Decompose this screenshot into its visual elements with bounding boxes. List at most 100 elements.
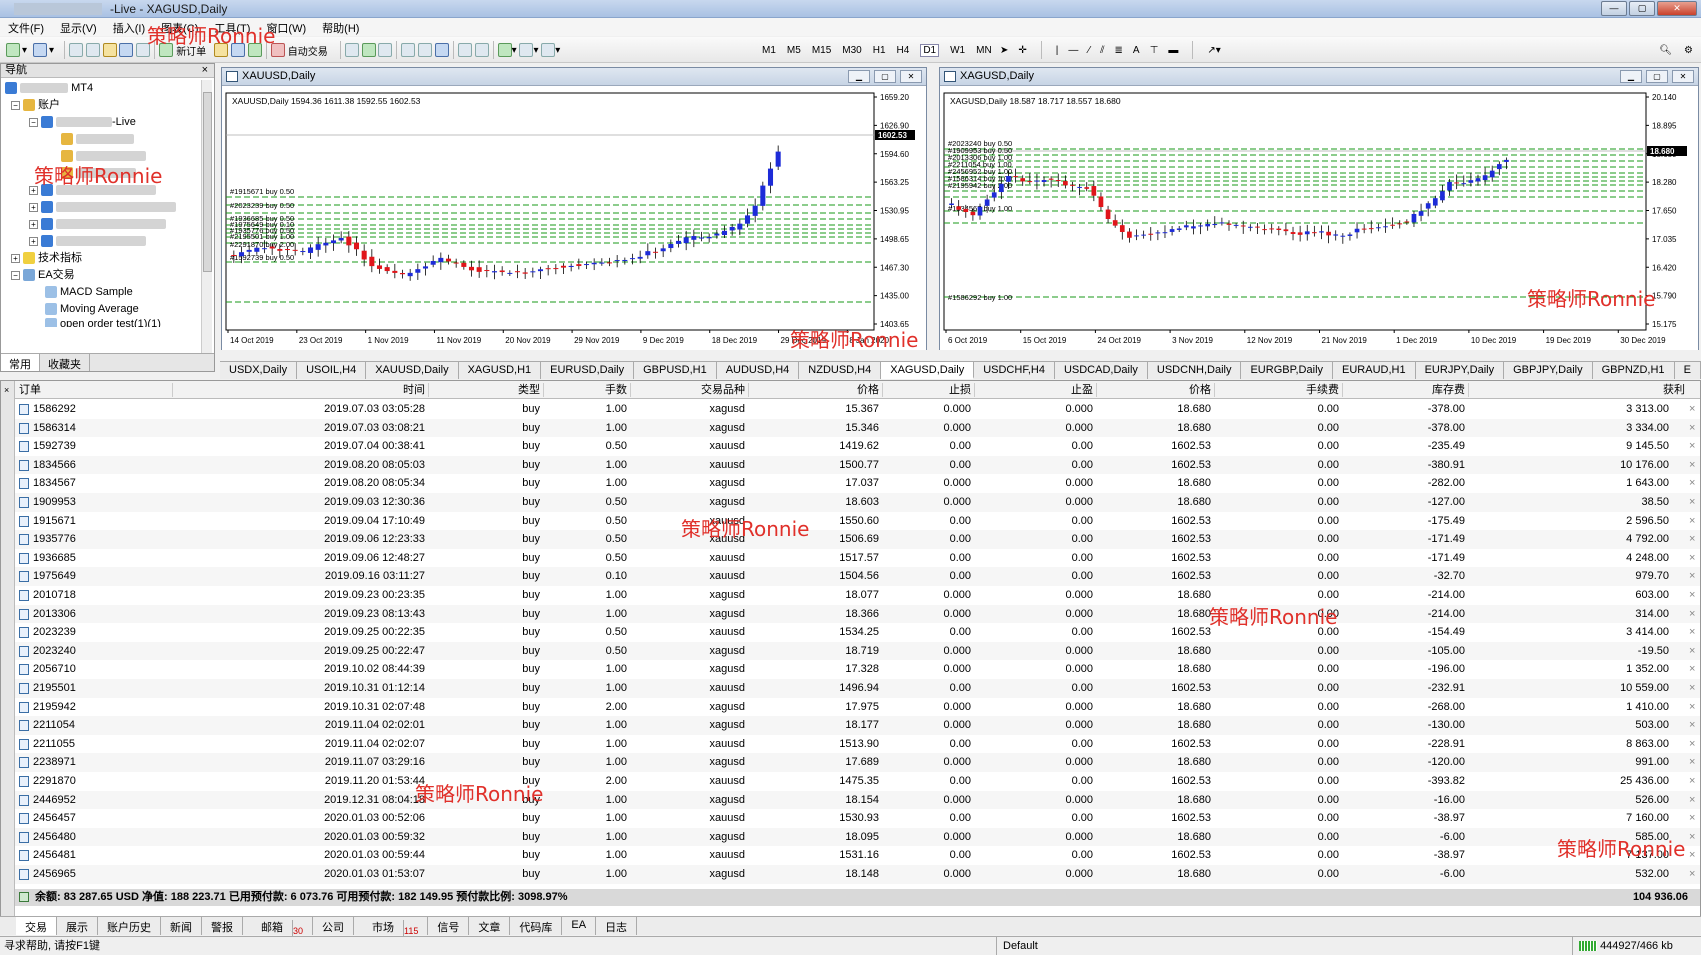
templates-icon[interactable] xyxy=(541,43,556,57)
tree-node-mt4[interactable]: MT4 xyxy=(5,80,201,97)
tf-m30[interactable]: M30 xyxy=(842,45,861,56)
text-icon[interactable]: A xyxy=(1133,45,1140,56)
market-watch-icon[interactable] xyxy=(69,43,84,57)
tree-node-ea[interactable]: − EA交易 xyxy=(5,267,201,284)
tab-news[interactable]: 新闻 xyxy=(161,917,202,935)
column-header[interactable]: 止盈 xyxy=(965,381,1093,399)
collapse-icon[interactable]: − xyxy=(11,270,20,280)
profiles-icon[interactable] xyxy=(33,43,48,57)
close-order-icon[interactable]: × xyxy=(1689,419,1695,437)
collapse-icon[interactable]: − xyxy=(11,100,20,110)
search-icon[interactable]: 🔍︎ xyxy=(1659,45,1672,56)
tab-exposure[interactable]: 展示 xyxy=(57,917,98,935)
menu-tools[interactable]: 工具(T) xyxy=(206,18,258,36)
table-row[interactable]: 2195501 2019.10.31 01:12:14 buy 1.00 xauusd 1… xyxy=(15,679,1700,698)
tf-d1[interactable]: D1 xyxy=(920,43,940,57)
tf-w1[interactable]: W1 xyxy=(950,45,965,56)
chart-tab[interactable]: USDX,Daily xyxy=(220,362,298,379)
close-order-icon[interactable]: × xyxy=(1689,549,1695,567)
settings-icon[interactable]: ⚙ xyxy=(1684,45,1693,56)
chart-tab[interactable]: EURUSD,Daily xyxy=(541,362,635,379)
expand-icon[interactable]: + xyxy=(11,253,20,263)
close-order-icon[interactable]: × xyxy=(1689,642,1695,660)
close-order-icon[interactable]: × xyxy=(1689,586,1695,604)
table-row[interactable]: 1834566 2019.08.20 08:05:03 buy 1.00 xauusd 1… xyxy=(15,455,1700,475)
tf-mn[interactable]: MN xyxy=(976,45,992,56)
table-row[interactable]: 2056710 2019.10.02 08:44:39 buy 1.00 xagusd 1… xyxy=(15,660,1700,679)
close-order-icon[interactable]: × xyxy=(1689,791,1695,809)
table-row[interactable]: 2010718 2019.09.23 00:23:35 buy 1.00 xagusd 1… xyxy=(15,586,1700,605)
column-header[interactable]: 类型 xyxy=(465,381,540,399)
horizontal-line-icon[interactable]: — xyxy=(1068,45,1078,56)
table-row[interactable]: 2456457 2020.01.03 00:52:06 buy 1.00 xauusd 1… xyxy=(15,809,1700,828)
column-header[interactable]: 手数 xyxy=(575,381,627,399)
tree-node-accounts[interactable]: − 账户 xyxy=(5,97,201,114)
close-order-icon[interactable]: × xyxy=(1689,679,1695,697)
chart-tab[interactable]: USDCAD,Daily xyxy=(1055,362,1148,379)
tab-code-base[interactable]: 代码库 xyxy=(510,917,563,935)
tab-favorites[interactable]: 收藏夹 xyxy=(40,354,90,371)
tree-node-server[interactable]: + xyxy=(5,182,201,199)
chart-tab[interactable]: E xyxy=(1675,362,1701,379)
chart-tab[interactable]: XAUUSD,Daily xyxy=(366,362,459,379)
close-order-icon[interactable]: × xyxy=(1689,660,1695,678)
bar-chart-icon[interactable] xyxy=(344,43,359,57)
expand-icon[interactable]: + xyxy=(29,185,38,195)
table-row[interactable]: 2211054 2019.11.04 02:02:01 buy 1.00 xagusd 1… xyxy=(15,716,1700,735)
navigator-scrollbar[interactable] xyxy=(201,80,212,358)
tree-node-ma[interactable]: Moving Average xyxy=(5,301,201,318)
table-row[interactable]: 2456965 2020.01.03 01:53:07 buy 1.00 xagusd 1… xyxy=(15,865,1700,884)
tab-history[interactable]: 账户历史 xyxy=(98,917,161,935)
minimize-button[interactable]: ▁ xyxy=(1620,70,1642,83)
cursor-icon[interactable]: ➤ xyxy=(1000,45,1008,56)
arrows-icon[interactable]: ↗▾ xyxy=(1207,45,1220,56)
chart-tab[interactable]: GBPJPY,Daily xyxy=(1504,362,1593,379)
column-header[interactable]: 价格 xyxy=(755,381,879,399)
table-row[interactable]: 1909953 2019.09.03 12:30:36 buy 0.50 xagusd 1… xyxy=(15,493,1700,512)
menu-view[interactable]: 显示(V) xyxy=(52,18,105,36)
navigator-icon[interactable] xyxy=(102,43,117,57)
table-row[interactable]: 2456480 2020.01.03 00:59:32 buy 1.00 xagusd 1… xyxy=(15,827,1700,847)
close-order-icon[interactable]: × xyxy=(1689,400,1695,418)
tree-node-script[interactable]: open order test(1)(1) xyxy=(5,318,201,327)
terminal-close-icon[interactable]: × xyxy=(4,385,9,395)
close-order-icon[interactable]: × xyxy=(1689,846,1695,864)
table-row[interactable]: 2211055 2019.11.04 02:02:07 buy 1.00 xauusd 1… xyxy=(15,735,1700,754)
candlestick-icon[interactable] xyxy=(361,43,376,57)
table-row[interactable]: 2195942 2019.10.31 02:07:48 buy 2.00 xagusd 1… xyxy=(15,698,1700,717)
expand-icon[interactable]: + xyxy=(29,236,38,246)
tree-node-server[interactable]: + xyxy=(5,233,201,250)
chart-tab[interactable]: AUDUSD,H4 xyxy=(717,362,800,379)
channel-icon[interactable]: ⫽ xyxy=(1100,45,1104,56)
tab-journal[interactable]: 日志 xyxy=(596,917,638,935)
tab-signals[interactable]: 信号 xyxy=(428,917,470,935)
close-order-icon[interactable]: × xyxy=(1689,772,1695,790)
meta-editor-icon[interactable] xyxy=(214,43,229,57)
column-header[interactable]: 价格 xyxy=(1085,381,1211,399)
terminal-icon[interactable] xyxy=(119,43,134,57)
close-order-icon[interactable]: × xyxy=(1689,753,1695,771)
close-order-icon[interactable]: × xyxy=(1689,865,1695,883)
tile-windows-icon[interactable] xyxy=(434,43,449,57)
tree-node-sub-account[interactable] xyxy=(5,165,201,182)
close-order-icon[interactable]: × xyxy=(1689,530,1695,548)
close-order-icon[interactable]: × xyxy=(1689,716,1695,734)
tab-trade[interactable]: 交易 xyxy=(16,917,57,935)
table-row[interactable]: 2013306 2019.09.23 08:13:43 buy 1.00 xagusd 1… xyxy=(15,604,1700,624)
periods-icon[interactable] xyxy=(519,43,534,57)
column-header[interactable]: 订单 xyxy=(19,381,169,399)
chart-tab[interactable]: EURAUD,H1 xyxy=(1333,362,1416,379)
column-header[interactable]: 交易品种 xyxy=(635,381,745,399)
trendline-icon[interactable]: ⁄ xyxy=(1088,45,1090,56)
chart-window-xagusd[interactable]: XAGUSD,Daily ▁ ▢ ✕ XAGUSD,Daily 18.587 18.… xyxy=(939,67,1699,350)
close-order-icon[interactable]: × xyxy=(1689,735,1695,753)
chart-shift-icon[interactable] xyxy=(474,43,489,57)
navigator-close-icon[interactable]: × xyxy=(202,64,208,77)
menu-file[interactable]: 文件(F) xyxy=(0,18,52,36)
zoom-out-icon[interactable] xyxy=(418,43,433,57)
vertical-line-icon[interactable]: | xyxy=(1056,45,1059,56)
tab-experts[interactable]: EA xyxy=(562,917,597,935)
label-icon[interactable]: ⊤ xyxy=(1150,45,1159,56)
close-order-icon[interactable]: × xyxy=(1689,456,1695,474)
table-row[interactable]: 2023240 2019.09.25 00:22:47 buy 0.50 xagusd 1… xyxy=(15,641,1700,661)
